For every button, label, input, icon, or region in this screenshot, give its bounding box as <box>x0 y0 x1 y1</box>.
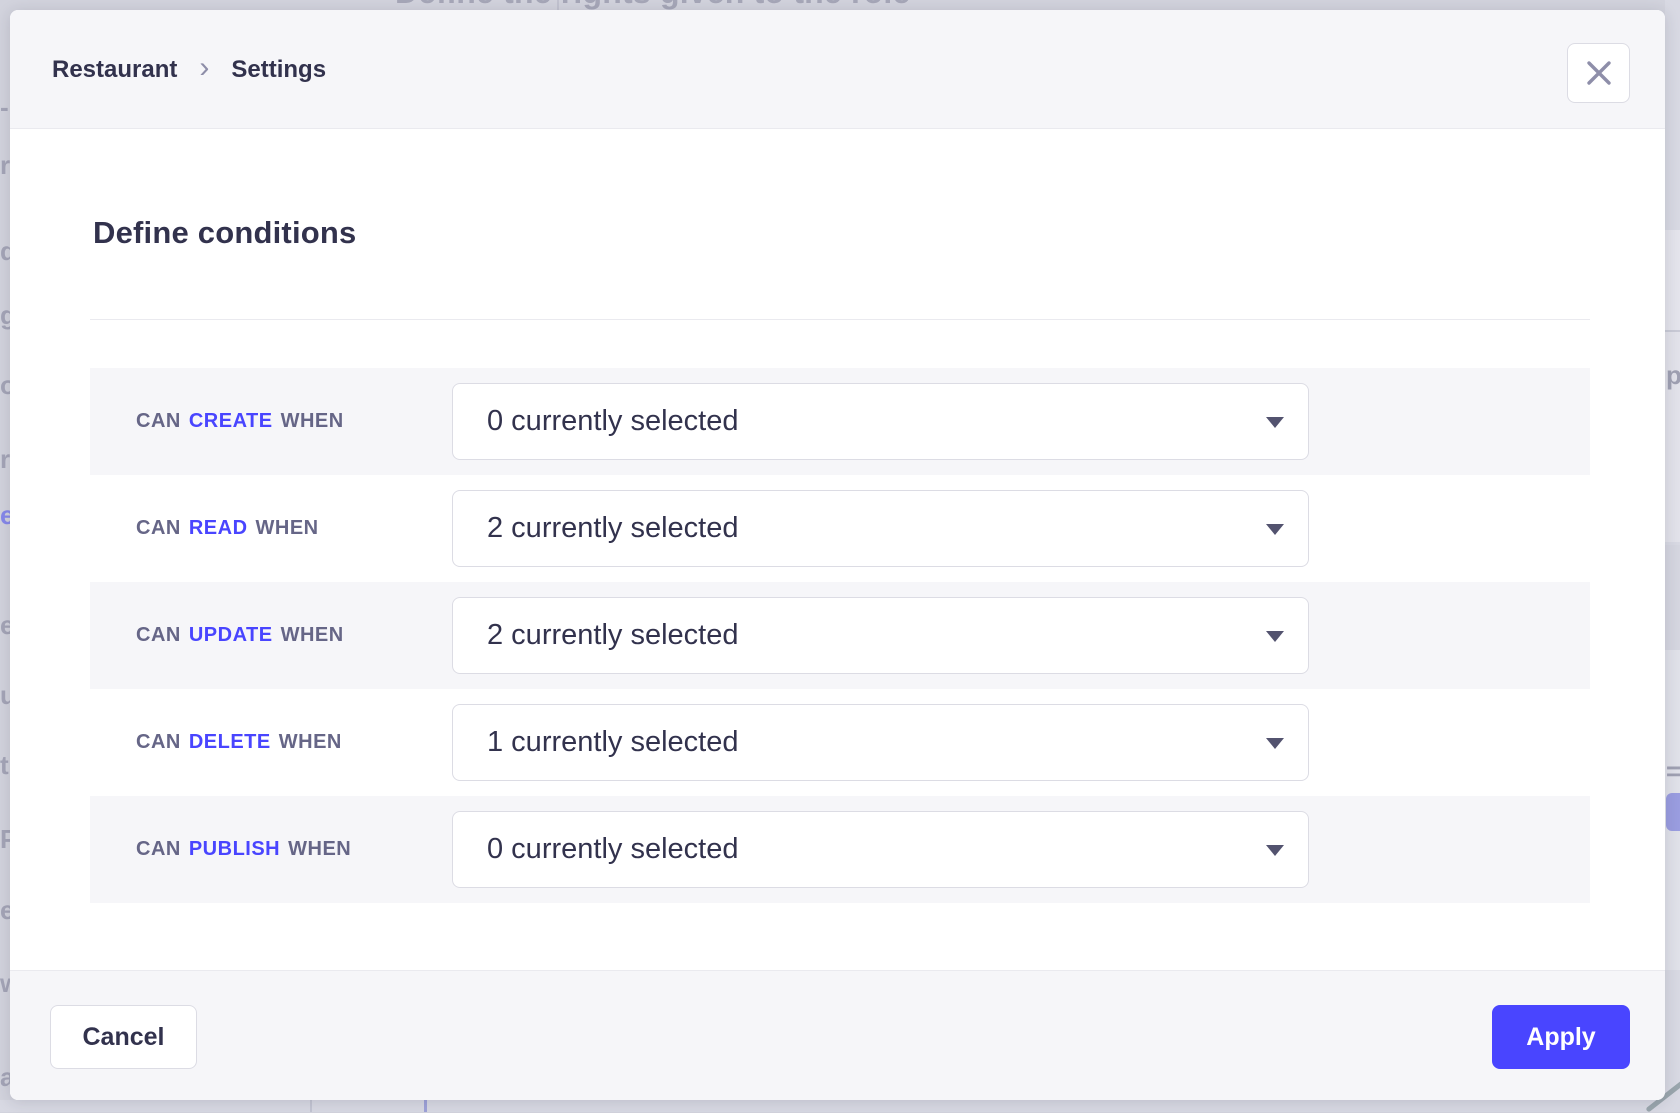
background-band <box>1665 230 1680 330</box>
condition-label-prefix: CAN <box>136 731 181 754</box>
divider <box>90 319 1590 320</box>
condition-select[interactable]: 2 currently selected <box>452 597 1309 674</box>
modal-footer: Cancel Apply <box>10 970 1665 1100</box>
background-button-fragment <box>1666 793 1680 831</box>
background-text-fragment: = <box>1666 756 1680 787</box>
condition-select-value: 1 currently selected <box>453 726 738 759</box>
background-band <box>1665 545 1680 650</box>
condition-label-prefix: CAN <box>136 517 181 540</box>
close-button[interactable] <box>1567 43 1630 103</box>
background-line <box>424 1100 427 1112</box>
background-text-fragment: p <box>1666 360 1680 391</box>
condition-label-action: DELETE <box>189 731 271 754</box>
chevron-down-icon <box>1266 524 1284 535</box>
background-text-fragment: r <box>0 444 10 475</box>
condition-label: CAN CREATE WHEN <box>136 368 344 475</box>
background-text-fragment: r <box>0 150 10 181</box>
condition-label-prefix: CAN <box>136 410 181 433</box>
condition-label-action: CREATE <box>189 410 273 433</box>
condition-label-suffix: WHEN <box>256 517 319 540</box>
condition-row: CAN DELETE WHEN 1 currently selected <box>90 689 1590 796</box>
define-conditions-modal: Restaurant › Settings Define conditions … <box>10 10 1665 1100</box>
chevron-down-icon <box>1266 417 1284 428</box>
condition-select[interactable]: 1 currently selected <box>452 704 1309 781</box>
chevron-down-icon <box>1266 738 1284 749</box>
condition-select-value: 2 currently selected <box>453 512 738 545</box>
background-line <box>310 1100 312 1112</box>
condition-label: CAN DELETE WHEN <box>136 689 342 796</box>
condition-label-prefix: CAN <box>136 624 181 647</box>
background-divider <box>557 0 559 10</box>
condition-row: CAN UPDATE WHEN 2 currently selected <box>90 582 1590 689</box>
background-bottom-strip <box>0 1100 1680 1112</box>
close-icon <box>1586 60 1612 86</box>
modal-header: Restaurant › Settings <box>10 10 1665 129</box>
condition-select-value: 0 currently selected <box>453 405 738 438</box>
condition-select[interactable]: 2 currently selected <box>452 490 1309 567</box>
condition-label: CAN PUBLISH WHEN <box>136 796 351 903</box>
conditions-list: CAN CREATE WHEN 0 currently selected CAN… <box>90 368 1590 903</box>
background-text-fragment: - <box>0 92 9 123</box>
condition-label-action: UPDATE <box>189 624 273 647</box>
condition-row: CAN READ WHEN 2 currently selected <box>90 475 1590 582</box>
chevron-right-icon: › <box>199 53 209 87</box>
condition-row: CAN PUBLISH WHEN 0 currently selected <box>90 796 1590 903</box>
condition-label-suffix: WHEN <box>288 838 351 861</box>
condition-label-action: READ <box>189 517 248 540</box>
condition-select-value: 0 currently selected <box>453 833 738 866</box>
condition-label-prefix: CAN <box>136 838 181 861</box>
condition-label-suffix: WHEN <box>279 731 342 754</box>
condition-select[interactable]: 0 currently selected <box>452 811 1309 888</box>
condition-row: CAN CREATE WHEN 0 currently selected <box>90 368 1590 475</box>
condition-label-suffix: WHEN <box>281 624 344 647</box>
breadcrumb: Restaurant › Settings <box>52 10 326 129</box>
condition-label-action: PUBLISH <box>189 838 280 861</box>
condition-select-value: 2 currently selected <box>453 619 738 652</box>
condition-label: CAN UPDATE WHEN <box>136 582 344 689</box>
modal-body: Define conditions CAN CREATE WHEN 0 curr… <box>10 129 1665 970</box>
chevron-down-icon <box>1266 845 1284 856</box>
background-right-strip <box>1665 0 1680 1112</box>
cancel-button[interactable]: Cancel <box>50 1005 197 1069</box>
condition-select[interactable]: 0 currently selected <box>452 383 1309 460</box>
condition-label-suffix: WHEN <box>281 410 344 433</box>
page-title: Define conditions <box>93 215 356 251</box>
apply-button[interactable]: Apply <box>1492 1005 1630 1069</box>
breadcrumb-item-settings: Settings <box>231 56 326 84</box>
condition-label: CAN READ WHEN <box>136 475 319 582</box>
chevron-down-icon <box>1266 631 1284 642</box>
breadcrumb-item-restaurant: Restaurant <box>52 56 177 84</box>
